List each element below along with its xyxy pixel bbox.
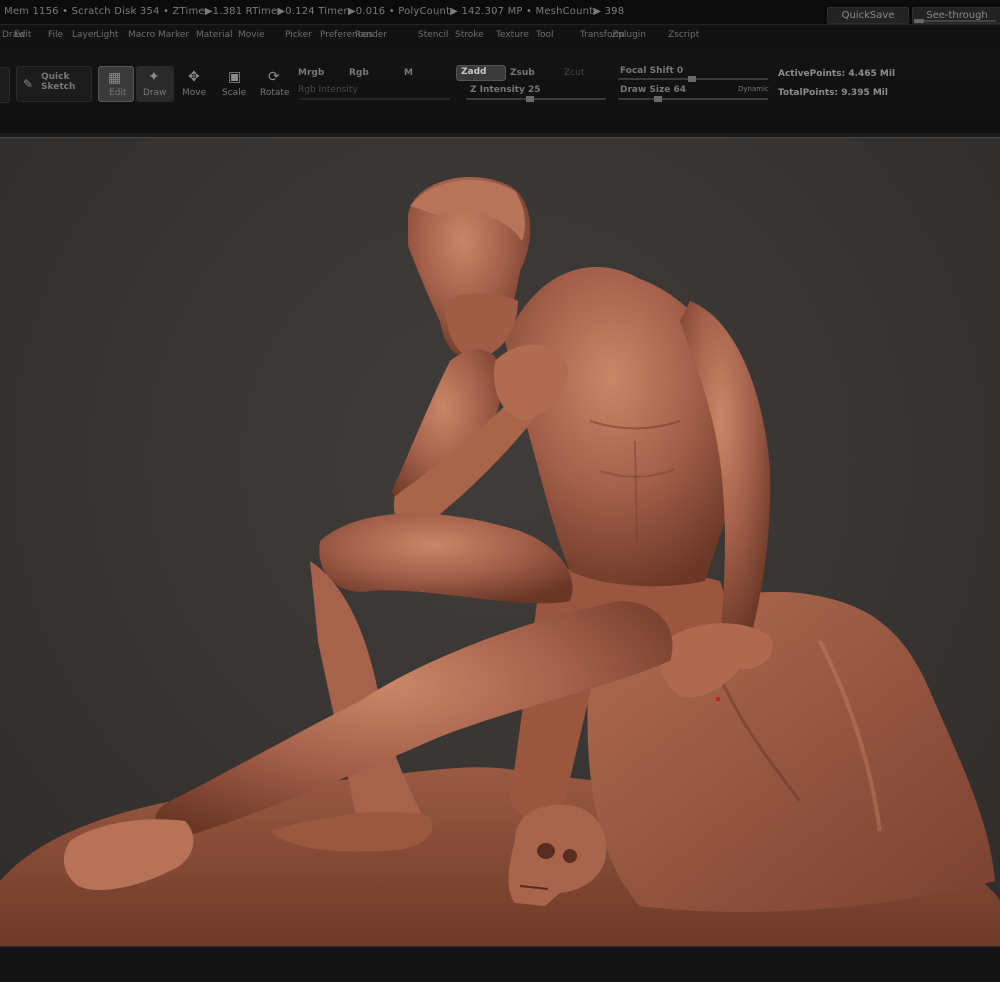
menu-material[interactable]: Material <box>196 30 233 40</box>
menu-macro[interactable]: Macro <box>128 30 155 40</box>
quick-sketch-label: Quick Sketch <box>41 72 76 92</box>
toolbar: ✎ Quick Sketch ▦ Edit ✦ Draw ✥ Move ▣ Sc… <box>0 47 1000 133</box>
sculpt-render <box>0 177 1000 946</box>
draw-label: Draw <box>143 88 167 98</box>
scale-icon: ▣ <box>228 69 242 85</box>
menu-tool[interactable]: Tool <box>536 30 553 40</box>
mrgb-button[interactable]: Mrgb <box>298 68 324 78</box>
rgb-button[interactable]: Rgb <box>349 68 369 78</box>
edit-label: Edit <box>109 88 127 98</box>
menu-render[interactable]: Render <box>355 30 387 40</box>
menu-layer[interactable]: Layer <box>72 30 97 40</box>
zadd-label: Zadd <box>461 67 487 77</box>
active-points-readout: ActivePoints: 4.465 Mil <box>778 69 896 79</box>
move-label: Move <box>182 88 207 98</box>
status-readout: Mem 1156 • Scratch Disk 354 • ZTime▶1.38… <box>4 6 625 17</box>
menu-movie[interactable]: Movie <box>238 30 265 40</box>
menu-zplugin[interactable]: Zplugin <box>612 30 646 40</box>
draw-size-track[interactable] <box>618 96 768 102</box>
menu-stencil[interactable]: Stencil <box>418 30 448 40</box>
rotate-label: Rotate <box>260 88 290 98</box>
quick-sketch-button[interactable]: ✎ Quick Sketch <box>16 66 92 102</box>
cursor-marker <box>716 697 720 701</box>
left-edge-panel <box>0 67 10 103</box>
z-intensity-slider[interactable]: Z Intensity 25 <box>470 85 541 95</box>
rotate-icon: ⟳ <box>268 69 280 85</box>
rgb-intensity-slider[interactable]: Rgb Intensity <box>298 85 358 95</box>
see-through-slider[interactable] <box>914 19 996 23</box>
menu-bar: Draw Edit File Layer Light Macro Marker … <box>0 25 1000 47</box>
menu-light[interactable]: Light <box>96 30 118 40</box>
status-bar: Mem 1156 • Scratch Disk 354 • ZTime▶1.38… <box>0 0 1000 25</box>
focal-shift-knob[interactable] <box>688 76 696 82</box>
draw-mode-button[interactable]: ✦ Draw <box>136 66 174 102</box>
edit-mode-button[interactable]: ▦ Edit <box>98 66 134 102</box>
left-thigh <box>319 513 573 604</box>
m-button[interactable]: M <box>404 68 413 78</box>
menu-marker[interactable]: Marker <box>158 30 189 40</box>
menu-texture[interactable]: Texture <box>496 30 529 40</box>
move-mode-button[interactable]: ✥ Move <box>180 66 210 100</box>
focal-shift-track[interactable] <box>618 76 768 82</box>
focal-shift-slider[interactable]: Focal Shift 0 <box>620 66 683 76</box>
draw-brush-icon: ✦ <box>148 69 160 85</box>
total-points-readout: TotalPoints: 9.395 Mil <box>778 88 888 98</box>
bottom-bar <box>0 946 1000 982</box>
scale-label: Scale <box>222 88 247 98</box>
draw-size-knob[interactable] <box>654 96 662 102</box>
scale-mode-button[interactable]: ▣ Scale <box>220 66 250 100</box>
edit-icon: ▦ <box>108 70 122 86</box>
dynamic-button[interactable]: Dynamic <box>738 85 769 93</box>
menu-file[interactable]: File <box>48 30 63 40</box>
sketch-icon: ✎ <box>23 77 34 91</box>
menu-edit[interactable]: Edit <box>14 30 31 40</box>
move-icon: ✥ <box>188 69 200 85</box>
menu-stroke[interactable]: Stroke <box>455 30 484 40</box>
zadd-button[interactable]: Zadd <box>456 65 506 81</box>
menu-zscript[interactable]: Zscript <box>668 30 699 40</box>
zsub-button[interactable]: Zsub <box>510 68 535 78</box>
rotate-mode-button[interactable]: ⟳ Rotate <box>258 66 292 100</box>
zcut-button[interactable]: Zcut <box>564 68 584 78</box>
rgb-intensity-track[interactable] <box>300 98 450 100</box>
draw-size-slider[interactable]: Draw Size 64 <box>620 85 686 95</box>
z-intensity-track[interactable] <box>466 96 606 102</box>
canvas-viewport[interactable] <box>0 137 1000 946</box>
z-intensity-knob[interactable] <box>526 96 534 102</box>
quicksave-button[interactable]: QuickSave <box>827 7 909 24</box>
menu-picker[interactable]: Picker <box>285 30 312 40</box>
